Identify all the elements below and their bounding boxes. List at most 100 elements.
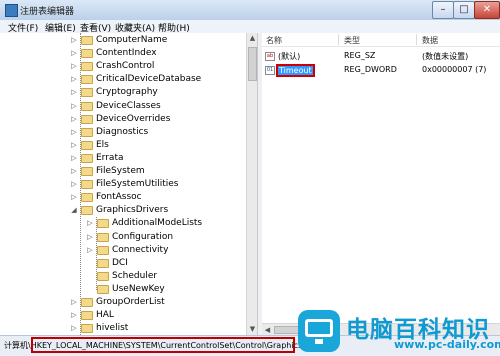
regedit-app-icon (5, 4, 18, 17)
folder-icon (81, 311, 93, 321)
folder-icon (81, 180, 93, 190)
tree-item-label: GraphicsDrivers (96, 205, 169, 216)
folder-icon (81, 75, 93, 85)
dword-value-icon: 01 (265, 66, 275, 75)
tree-item-label: ComputerName (96, 35, 168, 45)
tree-item-label: CriticalDeviceDatabase (96, 74, 202, 85)
folder-icon (97, 271, 109, 281)
expand-arrow-icon[interactable]: ▷ (70, 296, 78, 309)
folder-icon (81, 298, 93, 307)
expand-arrow-icon[interactable]: ▷ (86, 244, 94, 257)
expand-arrow-icon[interactable]: ▷ (70, 73, 78, 86)
tree-scroll-thumb[interactable] (248, 47, 257, 81)
folder-icon (81, 114, 93, 124)
value-row-timeout[interactable]: 01 Timeout REG_DWORD 0x00000007 (7) (262, 64, 500, 77)
tree-item-label: FileSystemUtilities (96, 179, 179, 190)
values-list: 名称 类型 数据 ab (默认) REG_SZ (数值未设置) 01 Timeo… (262, 33, 500, 335)
expand-arrow-icon[interactable]: ▷ (70, 86, 78, 99)
expand-arrow-icon[interactable]: ◢ (70, 204, 78, 217)
column-separator (416, 34, 417, 45)
folder-icon (81, 62, 93, 72)
minimize-button[interactable]: – (432, 1, 454, 19)
folder-icon (97, 258, 109, 268)
folder-icon (81, 193, 93, 203)
folder-icon (81, 167, 93, 176)
value-name: (默认) (278, 52, 301, 61)
folder-icon (97, 232, 109, 242)
tree-item-label: Scheduler (112, 270, 158, 281)
element (315, 339, 323, 344)
string-value-icon: ab (265, 52, 275, 61)
maximize-button[interactable]: □ (453, 1, 475, 19)
tree-item-label: FontAssoc (96, 192, 142, 203)
column-header-type[interactable]: 类型 (344, 35, 360, 46)
value-type: REG_SZ (344, 51, 376, 60)
expand-arrow-icon[interactable]: ▷ (86, 217, 94, 230)
expand-arrow-icon[interactable]: ▷ (70, 322, 78, 335)
expand-arrow-icon[interactable]: ▷ (70, 191, 78, 204)
value-data: (数值未设置) (422, 52, 469, 61)
folder-icon (81, 49, 93, 59)
tree-item-label: DeviceOverrides (96, 113, 171, 124)
tree-item-label: ContentIndex (96, 48, 157, 59)
expand-arrow-icon[interactable]: ▷ (70, 178, 78, 191)
expand-arrow-icon[interactable]: ▷ (70, 60, 78, 73)
menu-bar: 文件(F) 编辑(E) 查看(V) 收藏夹(A) 帮助(H) (0, 20, 500, 34)
expand-arrow-icon[interactable]: ▷ (70, 152, 78, 165)
registry-tree[interactable]: ▷ ComputerName ▷ ContentIndex ▷ CrashControl ▷… (0, 33, 246, 335)
path-highlight-box (31, 337, 295, 353)
folder-icon (81, 36, 93, 45)
expand-arrow-icon[interactable]: ▷ (70, 126, 78, 139)
folder-icon (97, 284, 109, 294)
tree-item-label: Configuration (112, 231, 174, 242)
watermark-url: www.pc-daily.com (394, 338, 500, 351)
tree-item-label: Diagnostics (96, 126, 149, 137)
tree-item-label: DCI (112, 257, 128, 268)
expand-arrow-icon[interactable]: ▷ (70, 113, 78, 126)
value-name-selected[interactable]: Timeout (276, 64, 315, 77)
close-button[interactable]: ✕ (474, 1, 500, 19)
column-header-name[interactable]: 名称 (266, 35, 282, 46)
registry-editor-window: 注册表编辑器 – □ ✕ 文件(F) 编辑(E) 查看(V) 收藏夹(A) 帮助… (0, 0, 500, 356)
tree-item-label: Els (96, 139, 109, 150)
folder-icon (81, 153, 93, 163)
tree-item-label: HAL (96, 310, 114, 321)
expand-arrow-icon[interactable]: ▷ (86, 231, 94, 244)
expand-arrow-icon[interactable]: ▷ (70, 139, 78, 152)
value-type: REG_DWORD (344, 65, 397, 74)
expand-arrow-icon[interactable]: ▷ (70, 309, 78, 322)
tree-item-label: UseNewKey (112, 283, 165, 294)
expand-arrow-icon[interactable]: ▷ (70, 165, 78, 178)
folder-icon (81, 101, 93, 111)
value-data: 0x00000007 (7) (422, 65, 487, 74)
tree-item-label: FileSystem (96, 166, 145, 176)
list-header: 名称 类型 数据 (262, 33, 500, 47)
tree-item-label: DeviceClasses (96, 100, 161, 111)
site-watermark: 电脑百科知识 www.pc-daily.com (296, 308, 500, 356)
folder-icon (81, 127, 93, 137)
title-bar[interactable]: 注册表编辑器 – □ ✕ (0, 0, 500, 20)
column-separator (338, 34, 339, 45)
tree-item-label: GroupOrderList (96, 297, 165, 307)
tree-item-label: AdditionalModeLists (112, 218, 203, 229)
monitor-logo-icon (298, 310, 340, 352)
window-title: 注册表编辑器 (20, 7, 75, 17)
tree-item-label: Cryptography (96, 87, 158, 98)
tree-item-label: Connectivity (112, 244, 169, 255)
tree-item-label: hivelist (96, 323, 129, 334)
folder-icon (81, 140, 93, 150)
folder-icon (81, 206, 93, 216)
folder-icon (81, 324, 93, 334)
expand-arrow-icon[interactable]: ▷ (70, 47, 78, 60)
expand-arrow-icon[interactable]: ▷ (70, 34, 78, 47)
main-content: ▷ ComputerName ▷ ContentIndex ▷ CrashControl ▷… (0, 33, 500, 336)
folder-icon (81, 88, 93, 98)
expand-arrow-icon[interactable]: ▷ (70, 100, 78, 113)
value-row-default[interactable]: ab (默认) REG_SZ (数值未设置) (262, 50, 500, 63)
folder-icon (97, 219, 109, 229)
tree-item-label: CrashControl (96, 61, 155, 72)
column-header-data[interactable]: 数据 (422, 35, 438, 46)
